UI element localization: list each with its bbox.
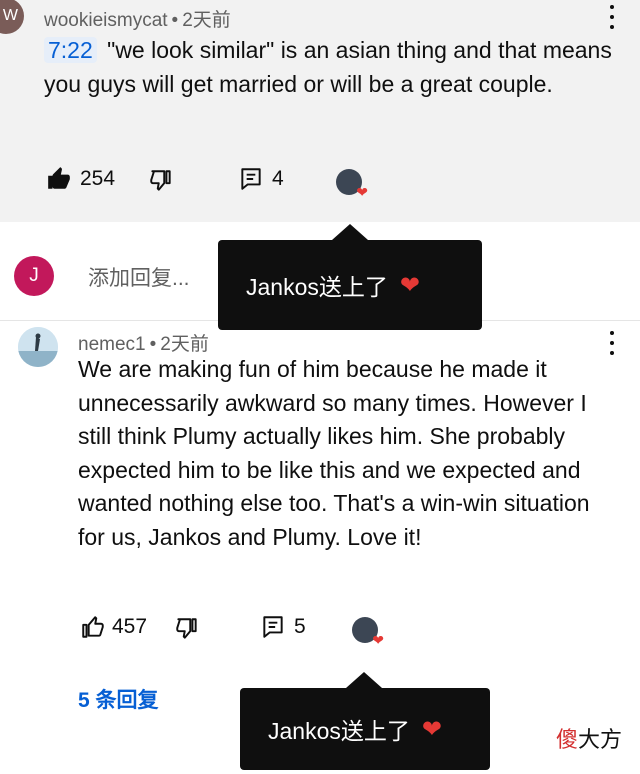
comment-text: 7:22 "we look similar" is an asian thing… <box>44 34 624 101</box>
watermark: 傻大方 <box>556 722 622 754</box>
heart-icon: ❤ <box>356 184 368 200</box>
comment-meta: wookieismycat • 2天前 <box>44 5 231 32</box>
author-avatar[interactable] <box>18 327 58 367</box>
watermark-first: 傻 <box>555 727 578 752</box>
like-button[interactable]: 457 <box>80 614 147 640</box>
like-button[interactable]: 254 <box>46 166 115 192</box>
reply-count: 5 <box>294 615 306 638</box>
comment-time: 2天前 <box>160 334 209 355</box>
heart-icon: ❤ <box>399 271 420 299</box>
comment-body: "we look similar" is an asian thing and … <box>44 37 612 97</box>
reply-icon <box>263 616 283 638</box>
avatar-letter: W <box>2 7 18 24</box>
meta-separator: • <box>149 334 157 355</box>
heart-icon: ❤ <box>372 632 384 648</box>
avatar-letter: J <box>29 265 39 286</box>
heart-icon: ❤ <box>421 715 442 743</box>
watermark-rest: 大方 <box>577 727 622 752</box>
creator-heart-tooltip: Jankos送上了 ❤ <box>218 224 482 330</box>
reply-count: 4 <box>272 167 284 190</box>
creator-heart-tooltip: Jankos送上了 ❤ <box>240 672 490 770</box>
more-vert-icon[interactable] <box>609 4 615 30</box>
creator-heart-icon[interactable]: ❤ <box>336 169 368 200</box>
timestamp-link[interactable]: 7:22 <box>44 37 97 63</box>
like-icon <box>48 167 70 189</box>
author-name[interactable]: wookieismycat <box>44 10 168 31</box>
like-icon <box>82 616 104 638</box>
reply-button[interactable]: 5 <box>260 614 306 640</box>
comment-meta: nemec1 • 2天前 <box>78 329 209 356</box>
avatar-image <box>18 327 58 367</box>
meta-separator: • <box>171 10 179 31</box>
comment-actions: 254 4 ❤ <box>0 166 640 200</box>
comment-time: 2天前 <box>182 10 231 31</box>
like-count: 457 <box>112 615 148 638</box>
dislike-icon <box>176 618 197 639</box>
author-name[interactable]: nemec1 <box>78 334 146 355</box>
tooltip-text: Jankos送上了 <box>268 718 410 744</box>
like-count: 254 <box>80 167 116 190</box>
reply-icon <box>241 168 261 190</box>
dislike-button[interactable] <box>174 616 200 642</box>
comment-text: We are making fun of him because he made… <box>78 356 590 550</box>
view-replies-button[interactable]: 5 条回复 <box>78 684 159 714</box>
dislike-button[interactable] <box>148 168 174 194</box>
tooltip-arrow <box>332 224 368 240</box>
dislike-icon <box>150 170 171 191</box>
creator-heart-icon[interactable]: ❤ <box>352 617 384 648</box>
reply-button[interactable]: 4 <box>238 166 284 192</box>
add-reply-input[interactable]: 添加回复... <box>88 262 190 292</box>
comment-actions: 457 5 ❤ <box>0 614 640 648</box>
tooltip-text: Jankos送上了 <box>246 274 388 300</box>
current-user-avatar: J <box>14 256 54 296</box>
tooltip-arrow <box>346 672 382 688</box>
